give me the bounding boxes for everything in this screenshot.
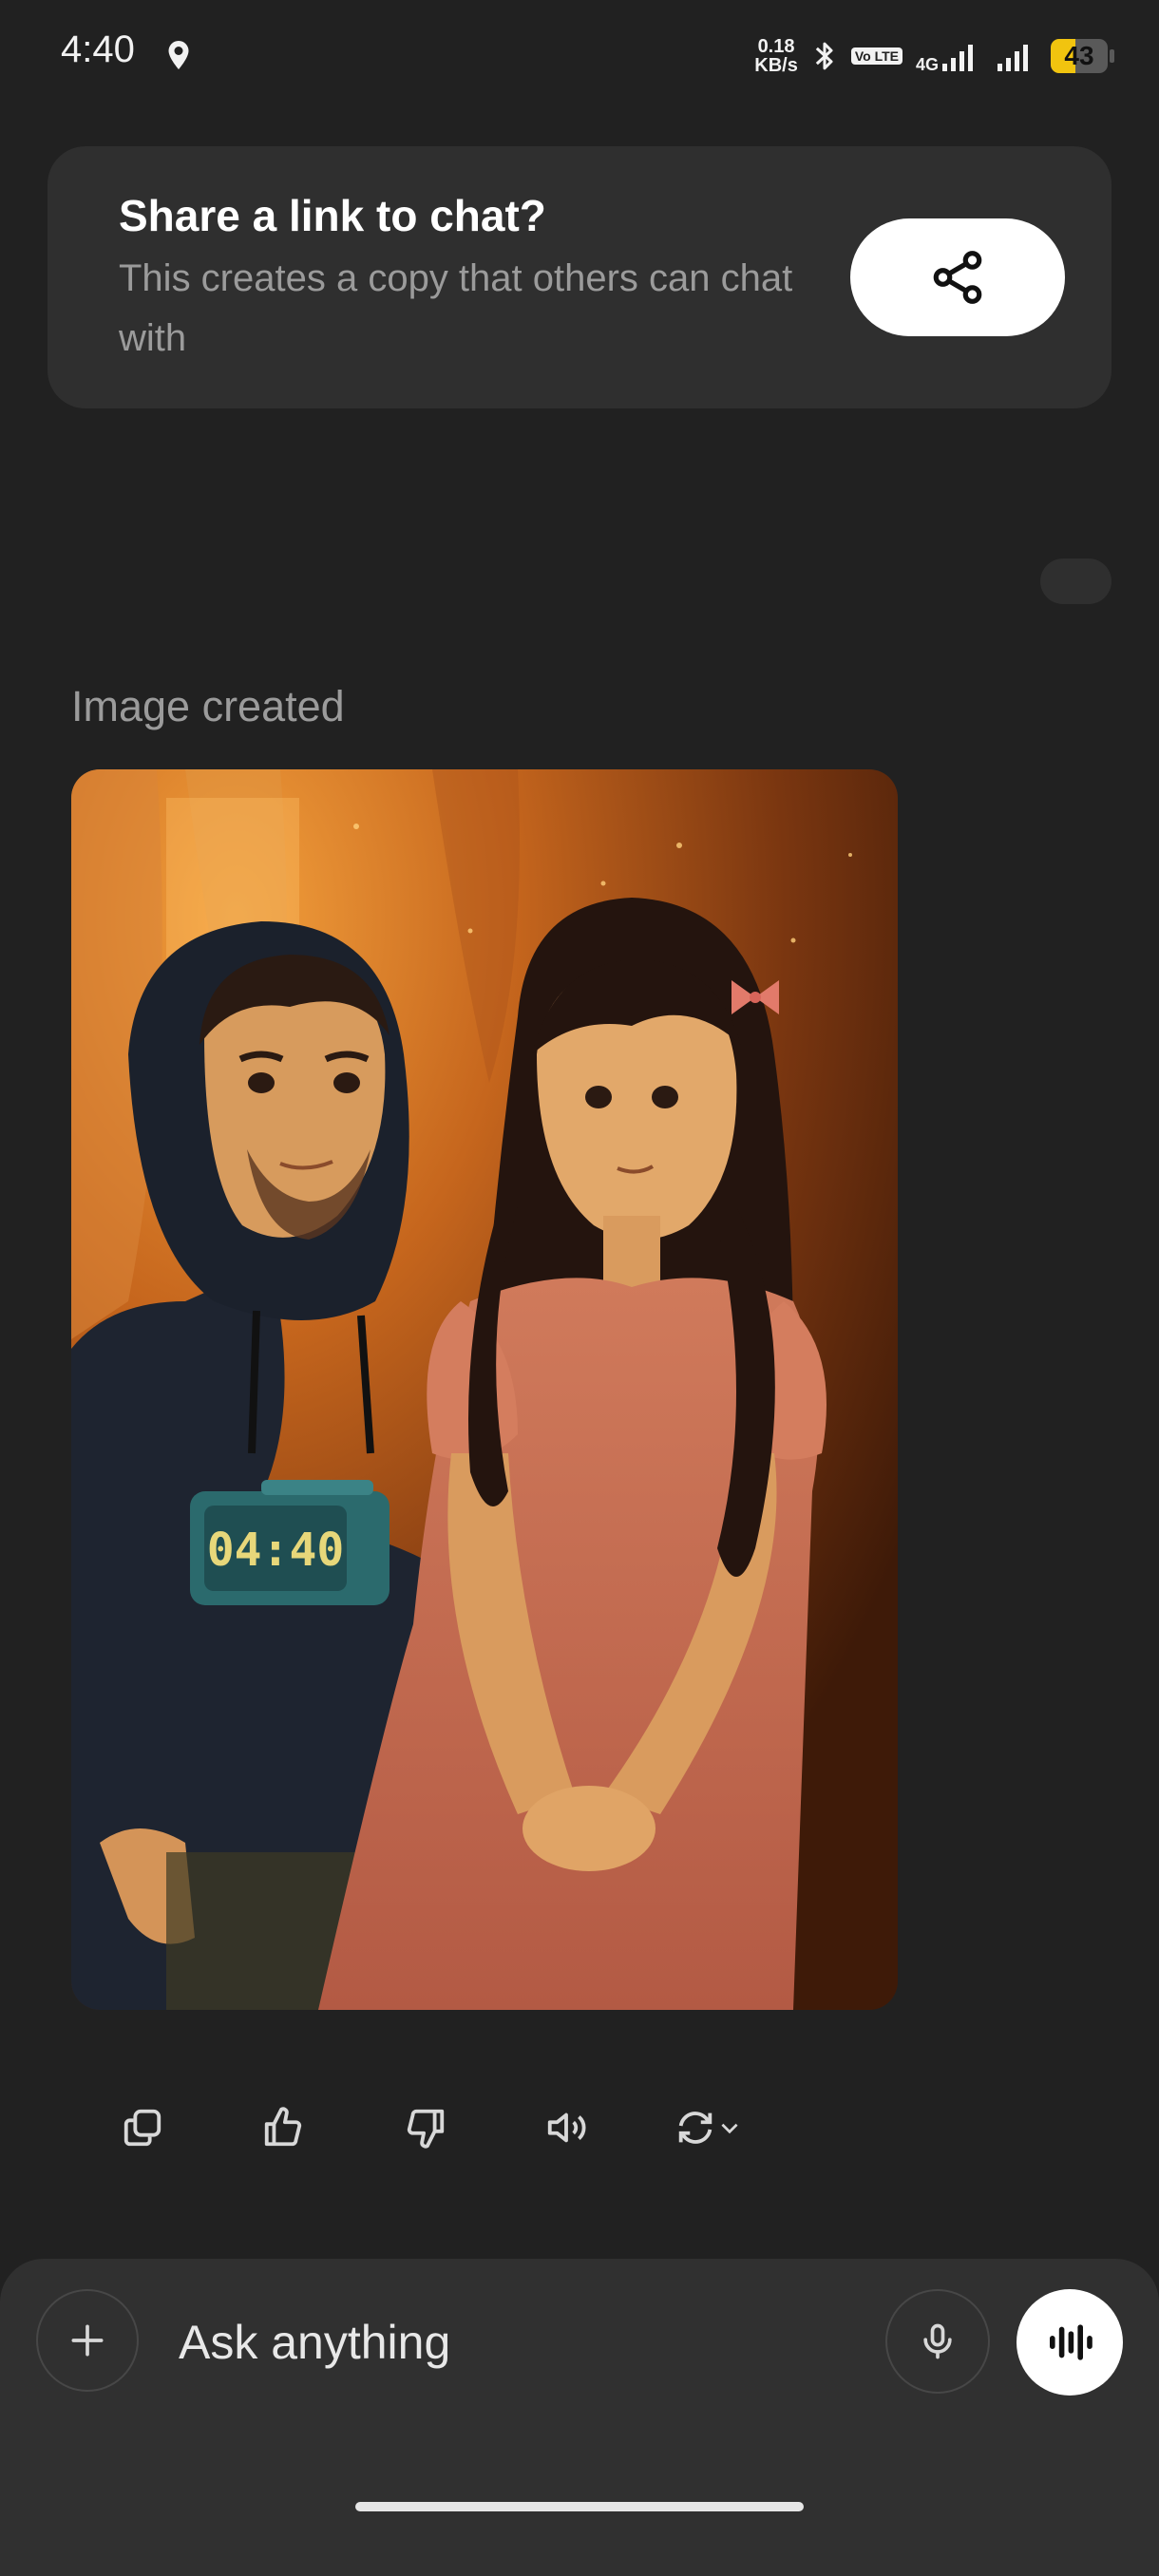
battery-level: 43: [1064, 41, 1094, 70]
regenerate-button[interactable]: [665, 2099, 750, 2156]
network-type: 4G: [915, 55, 939, 74]
thumbs-down-button[interactable]: [397, 2099, 454, 2156]
network-speed-value: 0.18: [757, 36, 795, 57]
plus-icon: [71, 2324, 104, 2357]
speaker-icon: [547, 2112, 586, 2143]
status-bar: 4:40 0.18 KB/s Vo LTE 4G 43: [0, 0, 1159, 114]
network-speed-unit: KB/s: [754, 55, 798, 76]
thumbs-up-button[interactable]: [255, 2099, 312, 2156]
thumbs-down-icon: [407, 2109, 445, 2149]
share-icon: [933, 251, 982, 304]
share-card: Share a link to chat? This creates a cop…: [48, 146, 1112, 408]
regenerate-icon: [678, 2112, 712, 2144]
user-message-bubble[interactable]: [1040, 559, 1112, 604]
battery-icon: 43: [1051, 39, 1115, 73]
attach-button[interactable]: [36, 2289, 139, 2392]
signal-icon: [942, 45, 973, 71]
image-clock-text: 04:40: [207, 1524, 345, 1577]
status-time: 4:40: [61, 28, 135, 70]
battery-tip: [1110, 49, 1114, 63]
battery-body: 43: [1051, 39, 1108, 73]
generated-image[interactable]: 04:40: [71, 769, 898, 2010]
share-card-subtitle: This creates a copy that others can chat…: [119, 257, 793, 359]
voice-wave-icon: [1050, 2324, 1092, 2360]
signal-group-1: 4G: [916, 39, 982, 73]
signal-icon-2: [998, 45, 1028, 71]
generated-image-art: 04:40: [71, 769, 898, 2010]
network-speed: 0.18 KB/s: [754, 37, 798, 75]
message-actions: [0, 2090, 1159, 2166]
home-indicator[interactable]: [355, 2502, 804, 2511]
chevron-down-icon: [721, 2123, 738, 2134]
mic-icon: [923, 2323, 952, 2359]
volte-badge: Vo LTE: [850, 47, 902, 65]
message-input[interactable]: [177, 2306, 864, 2378]
voice-mode-button[interactable]: [1016, 2289, 1123, 2396]
copy-button[interactable]: [114, 2099, 171, 2156]
read-aloud-button[interactable]: [538, 2099, 595, 2156]
bluetooth-icon: [815, 42, 833, 70]
dictate-button[interactable]: [885, 2289, 990, 2394]
status-icons: 0.18 KB/s Vo LTE 4G 43: [754, 32, 1115, 80]
share-button[interactable]: [850, 218, 1065, 336]
location-icon: [168, 41, 189, 69]
thumbs-up-icon: [264, 2107, 302, 2147]
composer: [0, 2259, 1159, 2576]
share-card-title: Share a link to chat?: [119, 191, 546, 240]
copy-icon: [124, 2109, 162, 2147]
image-created-label: Image created: [71, 682, 345, 730]
